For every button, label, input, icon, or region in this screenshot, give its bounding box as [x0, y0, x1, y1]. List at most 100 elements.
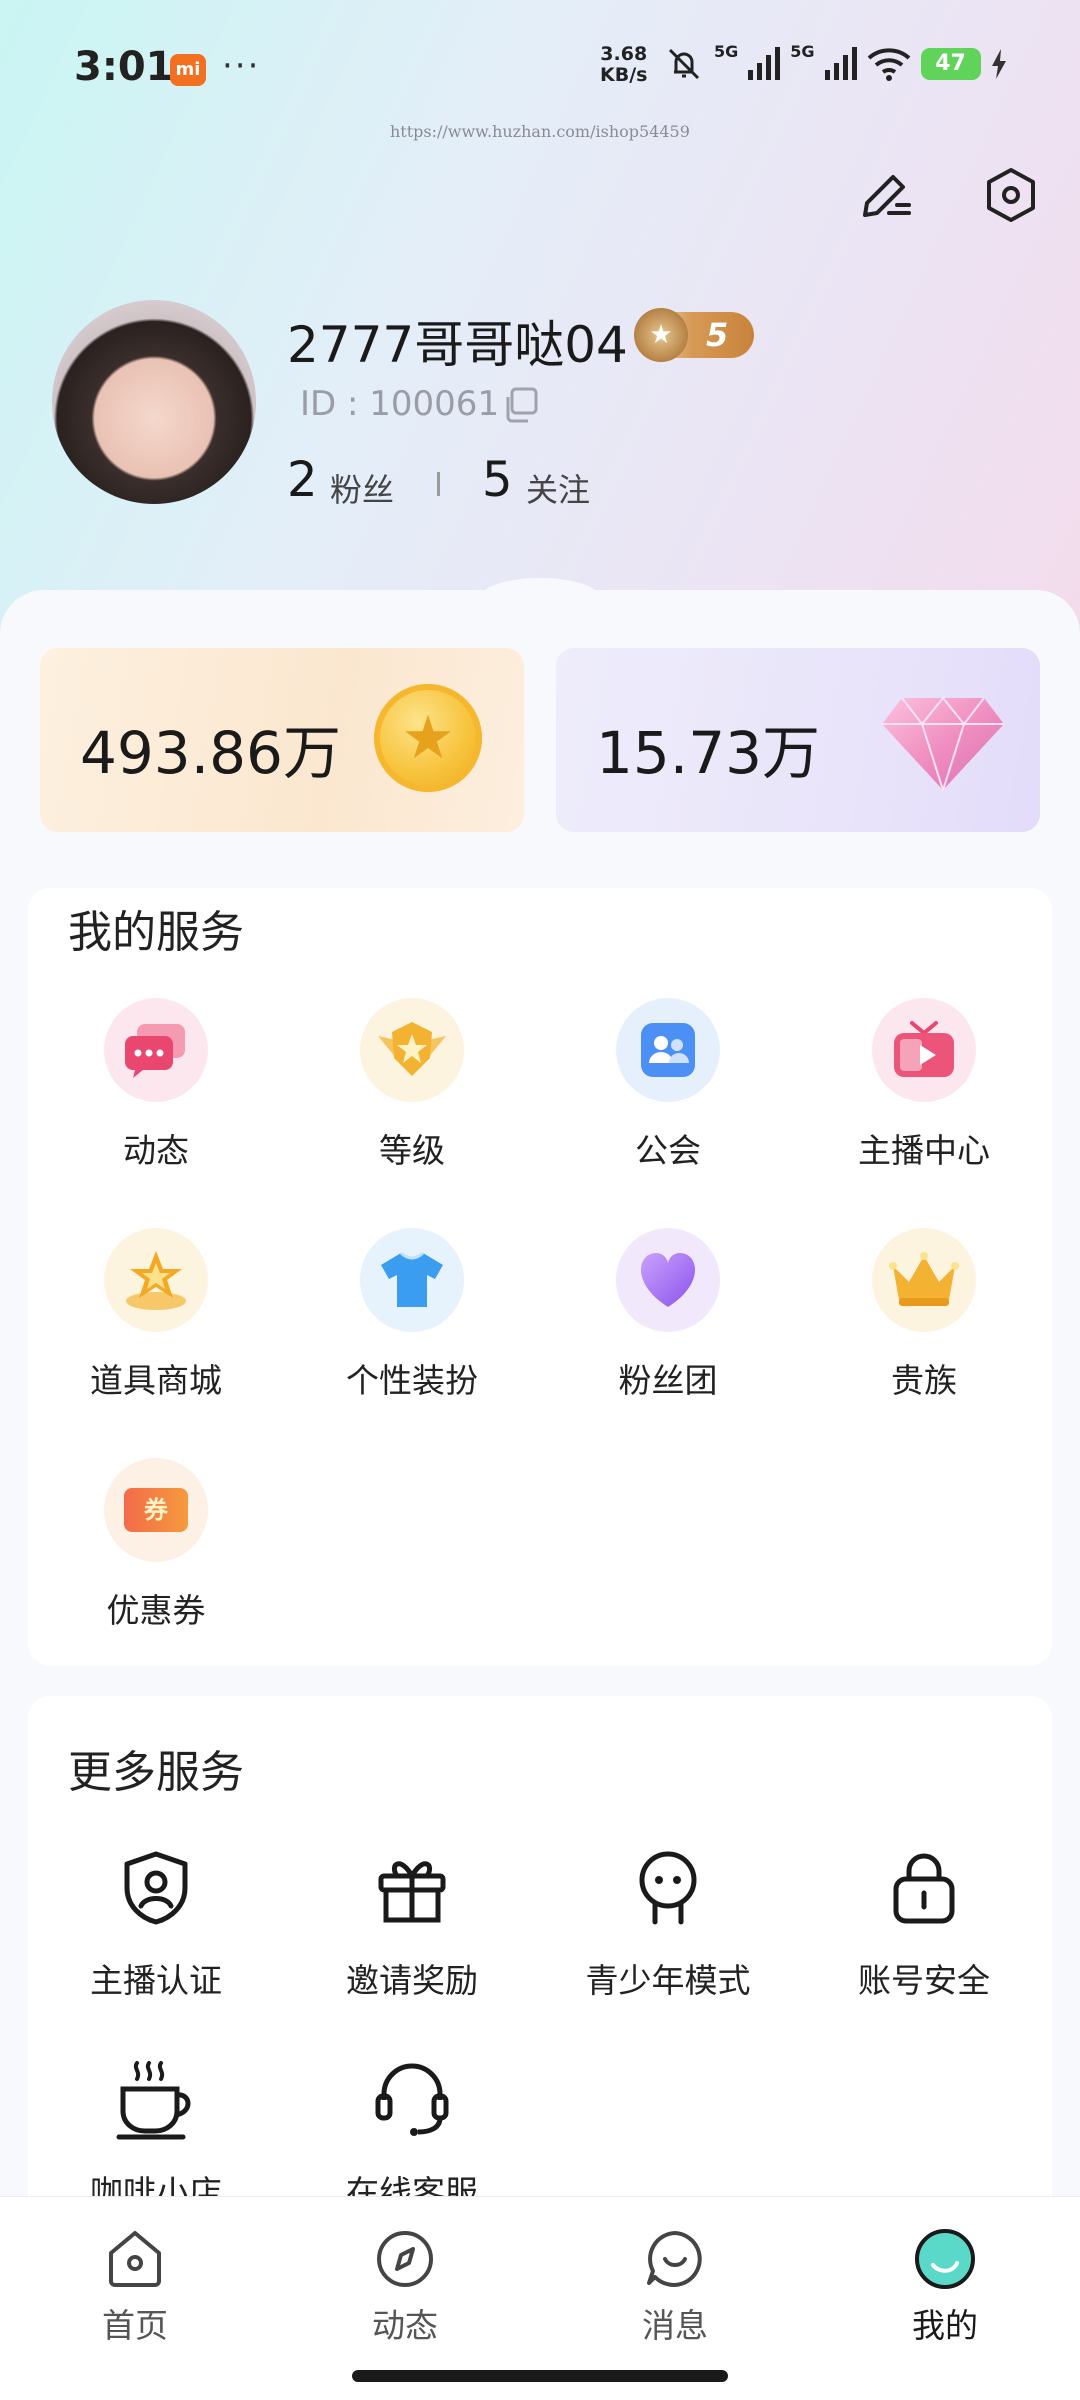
gold-coin-icon: ★ — [374, 684, 482, 792]
status-time: 3:01 — [74, 44, 174, 90]
headset-icon — [360, 2048, 464, 2152]
nav-label: 首页 — [102, 2306, 168, 2345]
service-fan-club[interactable]: 粉丝团 — [540, 1228, 796, 1402]
charging-icon — [991, 49, 1006, 79]
more-coffee-shop[interactable]: 咖啡小店 — [28, 2048, 284, 2214]
more-notifications-icon: ··· — [222, 46, 261, 86]
more-label: 主播认证 — [90, 1961, 222, 2000]
service-label: 等级 — [379, 1131, 445, 1170]
level-number: 5 — [706, 316, 729, 354]
lock-icon — [872, 1836, 976, 1940]
nav-home[interactable]: 首页 — [0, 2227, 270, 2347]
service-label: 动态 — [123, 1131, 189, 1170]
service-dress-up[interactable]: 个性装扮 — [284, 1228, 540, 1402]
more-teen-mode[interactable]: 青少年模式 — [540, 1836, 796, 2002]
shield-user-icon — [104, 1836, 208, 1940]
service-label: 公会 — [635, 1131, 701, 1170]
star-shop-icon — [104, 1228, 208, 1332]
more-invite-reward[interactable]: 邀请奖励 — [284, 1836, 540, 2002]
service-label: 个性装扮 — [346, 1361, 478, 1400]
settings-button[interactable] — [976, 160, 1046, 230]
status-icons: 5G 5G 47 — [664, 42, 1007, 86]
edit-profile-button[interactable] — [850, 160, 920, 230]
teen-icon — [616, 1836, 720, 1940]
more-customer-service[interactable]: 在线客服 — [284, 2048, 540, 2214]
stat-divider — [437, 472, 440, 496]
net-speed-value: 3.68 — [600, 43, 648, 65]
service-level[interactable]: 等级 — [284, 998, 540, 1172]
profile-icon — [915, 2229, 975, 2289]
coupon-icon: 券 — [104, 1458, 208, 1562]
more-label: 邀请奖励 — [346, 1961, 478, 2000]
follow-count[interactable]: 5 — [482, 452, 513, 508]
signal-1-label: 5G — [714, 42, 739, 61]
tshirt-icon — [360, 1228, 464, 1332]
status-bar: 3:01 mi ··· 3.68 KB/s 5G 5G 47 — [0, 0, 1080, 130]
nav-messages[interactable]: 消息 — [540, 2227, 810, 2347]
crown-icon — [872, 1228, 976, 1332]
badge-icon — [360, 998, 464, 1102]
follow-label[interactable]: 关注 — [526, 465, 590, 511]
home-icon — [109, 2231, 161, 2287]
gift-icon — [360, 1836, 464, 1940]
service-noble[interactable]: 贵族 — [796, 1228, 1052, 1402]
more-account-security[interactable]: 账号安全 — [796, 1836, 1052, 2002]
settings-icon — [987, 168, 1035, 222]
net-speed-unit: KB/s — [600, 64, 648, 86]
nav-label: 我的 — [912, 2306, 978, 2345]
service-label: 主播中心 — [858, 1131, 990, 1170]
level-star-icon: ★ — [634, 308, 688, 362]
coin-balance: 493.86万 — [80, 719, 341, 787]
service-label: 粉丝团 — [618, 1361, 718, 1400]
heart-icon — [616, 1228, 720, 1332]
level-badge[interactable]: ★ 5 — [634, 308, 754, 362]
wifi-icon — [867, 48, 910, 81]
edit-icon — [863, 175, 911, 217]
service-label: 贵族 — [891, 1361, 957, 1400]
guild-icon — [616, 998, 720, 1102]
diamond-balance: 15.73万 — [596, 719, 821, 787]
more-streamer-verify[interactable]: 主播认证 — [28, 1836, 284, 2002]
message-icon — [647, 2231, 702, 2287]
coupon-glyph: 券 — [124, 1488, 188, 1532]
more-services-title: 更多服务 — [68, 1747, 244, 1798]
coin-balance-card[interactable]: 493.86万 ★ — [40, 648, 524, 832]
more-label: 账号安全 — [858, 1961, 990, 2000]
nav-profile[interactable]: 我的 — [810, 2227, 1080, 2347]
service-item-shop[interactable]: 道具商城 — [28, 1228, 284, 1402]
watermark-url: https://www.huzhan.com/ishop54459 — [390, 122, 690, 141]
service-streamer-center[interactable]: 主播中心 — [796, 998, 1052, 1172]
signal-2-label: 5G — [790, 42, 815, 61]
diamond-balance-card[interactable]: 15.73万 — [556, 648, 1040, 832]
service-label: 优惠券 — [106, 1591, 206, 1630]
compass-icon — [377, 2231, 433, 2287]
panel-notch — [480, 578, 600, 618]
signal-1-icon — [748, 47, 781, 80]
my-services-title: 我的服务 — [68, 907, 244, 958]
mute-icon — [668, 48, 700, 80]
more-services-section: 更多服务 主播认证 邀请奖励 青少年模式 账号安全 咖啡小店 在线客服 — [28, 1696, 1052, 2256]
service-label: 道具商城 — [90, 1361, 222, 1400]
net-speed: 3.68 KB/s — [600, 44, 647, 86]
username: 2777哥哥哒04 — [287, 316, 628, 374]
nav-label: 动态 — [372, 2306, 438, 2345]
nav-moments[interactable]: 动态 — [270, 2227, 540, 2347]
more-label: 青少年模式 — [585, 1961, 751, 2000]
mi-notification-icon: mi — [170, 54, 206, 86]
my-services-section: 我的服务 动态 等级 公会 主播中心 道具商城 个性装扮 粉丝团 贵族 券 优惠… — [28, 888, 1052, 1666]
service-moments[interactable]: 动态 — [28, 998, 284, 1172]
service-coupon[interactable]: 券 优惠券 — [28, 1458, 284, 1632]
tv-icon — [872, 998, 976, 1102]
signal-2-icon — [824, 47, 857, 80]
fans-count[interactable]: 2 — [287, 452, 318, 508]
home-indicator[interactable] — [352, 2370, 728, 2382]
diamond-icon — [882, 696, 1004, 791]
service-guild[interactable]: 公会 — [540, 998, 796, 1172]
user-id: ID : 100061 — [300, 384, 500, 424]
chat-bubble-icon — [104, 998, 208, 1102]
battery-level: 47 — [920, 48, 981, 80]
nav-label: 消息 — [642, 2306, 708, 2345]
copy-icon[interactable] — [500, 385, 540, 425]
fans-label[interactable]: 粉丝 — [330, 465, 394, 511]
avatar[interactable] — [52, 300, 256, 504]
